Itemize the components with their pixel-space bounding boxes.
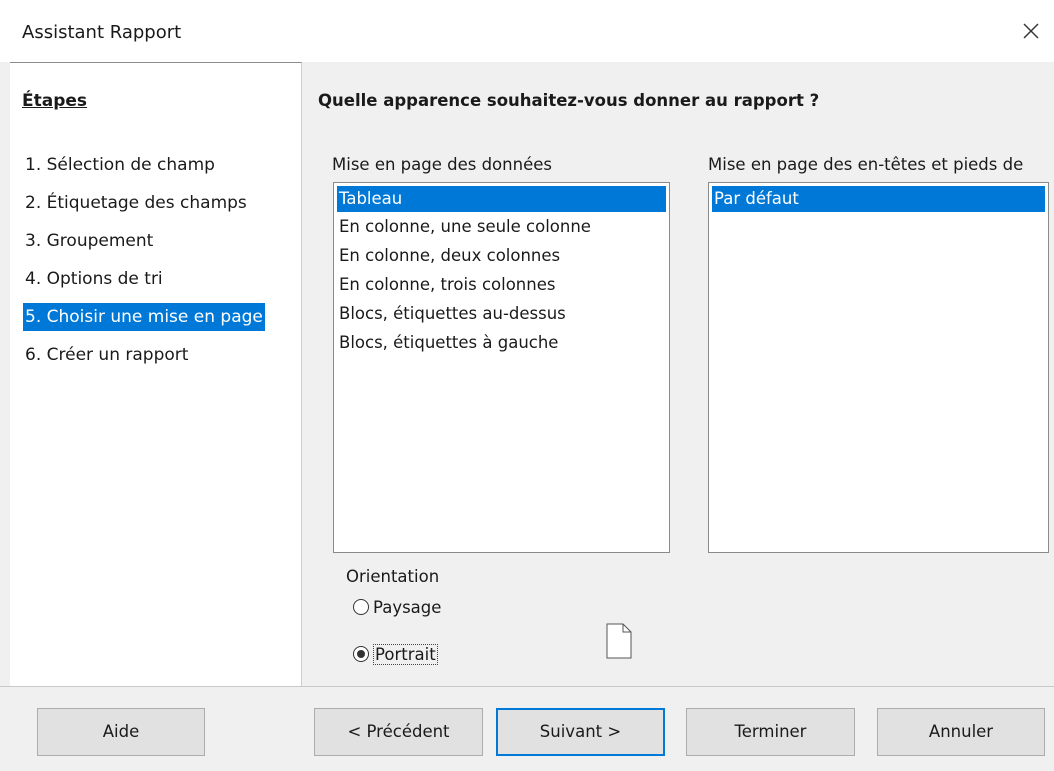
close-button[interactable] (1014, 14, 1048, 48)
radio-landscape-circle[interactable] (353, 599, 369, 615)
header-footer-layout-listbox[interactable]: Par défaut (708, 182, 1049, 553)
step-label: 3. Groupement (25, 231, 154, 251)
steps-list: 1. Sélection de champ 2. Étiquetage des … (20, 151, 284, 379)
layout-option-single-column[interactable]: En colonne, une seule colonne (334, 212, 669, 241)
step-label: 5. Choisir une mise en page (23, 303, 265, 331)
layout-option-two-columns[interactable]: En colonne, deux colonnes (334, 241, 669, 270)
orientation-label: Orientation (346, 567, 440, 586)
dialog-content: Étapes 1. Sélection de champ 2. Étiqueta… (0, 62, 1054, 686)
data-layout-listbox[interactable]: Tableau En colonne, une seule colonne En… (333, 182, 670, 553)
radio-portrait-label: Portrait (373, 643, 438, 665)
radio-portrait-circle[interactable] (353, 646, 369, 662)
radio-landscape-label: Paysage (373, 597, 442, 617)
step-6-create-report[interactable]: 6. Créer un rapport (20, 341, 284, 379)
close-icon (1023, 23, 1039, 39)
page-question: Quelle apparence souhaitez-vous donner a… (318, 91, 820, 110)
window-title: Assistant Rapport (22, 22, 182, 43)
layout-option-blocks-labels-left[interactable]: Blocs, étiquettes à gauche (334, 328, 669, 357)
cancel-button[interactable]: Annuler (877, 708, 1045, 756)
step-label: 2. Étiquetage des champs (25, 193, 247, 213)
step-4-sort-options[interactable]: 4. Options de tri (20, 265, 284, 303)
layout-option-three-columns[interactable]: En colonne, trois colonnes (334, 270, 669, 299)
steps-pane: Étapes 1. Sélection de champ 2. Étiqueta… (10, 62, 302, 686)
next-button[interactable]: Suivant > (496, 708, 665, 756)
steps-heading: Étapes (22, 91, 88, 111)
step-label: 4. Options de tri (25, 269, 163, 289)
page-portrait-icon (606, 623, 632, 659)
layout-option-tableau[interactable]: Tableau (337, 186, 666, 212)
finish-button[interactable]: Terminer (686, 708, 855, 756)
radio-portrait[interactable]: Portrait (353, 639, 438, 669)
previous-button[interactable]: < Précédent (314, 708, 483, 756)
step-2-field-labeling[interactable]: 2. Étiquetage des champs (20, 189, 284, 227)
title-bar: Assistant Rapport (0, 0, 1054, 62)
help-button[interactable]: Aide (37, 708, 205, 756)
step-1-field-selection[interactable]: 1. Sélection de champ (20, 151, 284, 189)
header-layout-label: Mise en page des en-têtes et pieds de (708, 155, 1024, 174)
header-layout-option-default[interactable]: Par défaut (712, 186, 1045, 212)
radio-landscape[interactable]: Paysage (353, 592, 441, 622)
layout-option-blocks-labels-above[interactable]: Blocs, étiquettes au-dessus (334, 299, 669, 328)
step-5-choose-layout[interactable]: 5. Choisir une mise en page (20, 303, 284, 341)
button-bar: Aide < Précédent Suivant > Terminer Annu… (0, 686, 1054, 771)
step-3-grouping[interactable]: 3. Groupement (20, 227, 284, 265)
step-label: 1. Sélection de champ (25, 155, 215, 175)
step-label: 6. Créer un rapport (25, 345, 189, 365)
data-layout-label: Mise en page des données (332, 155, 552, 174)
